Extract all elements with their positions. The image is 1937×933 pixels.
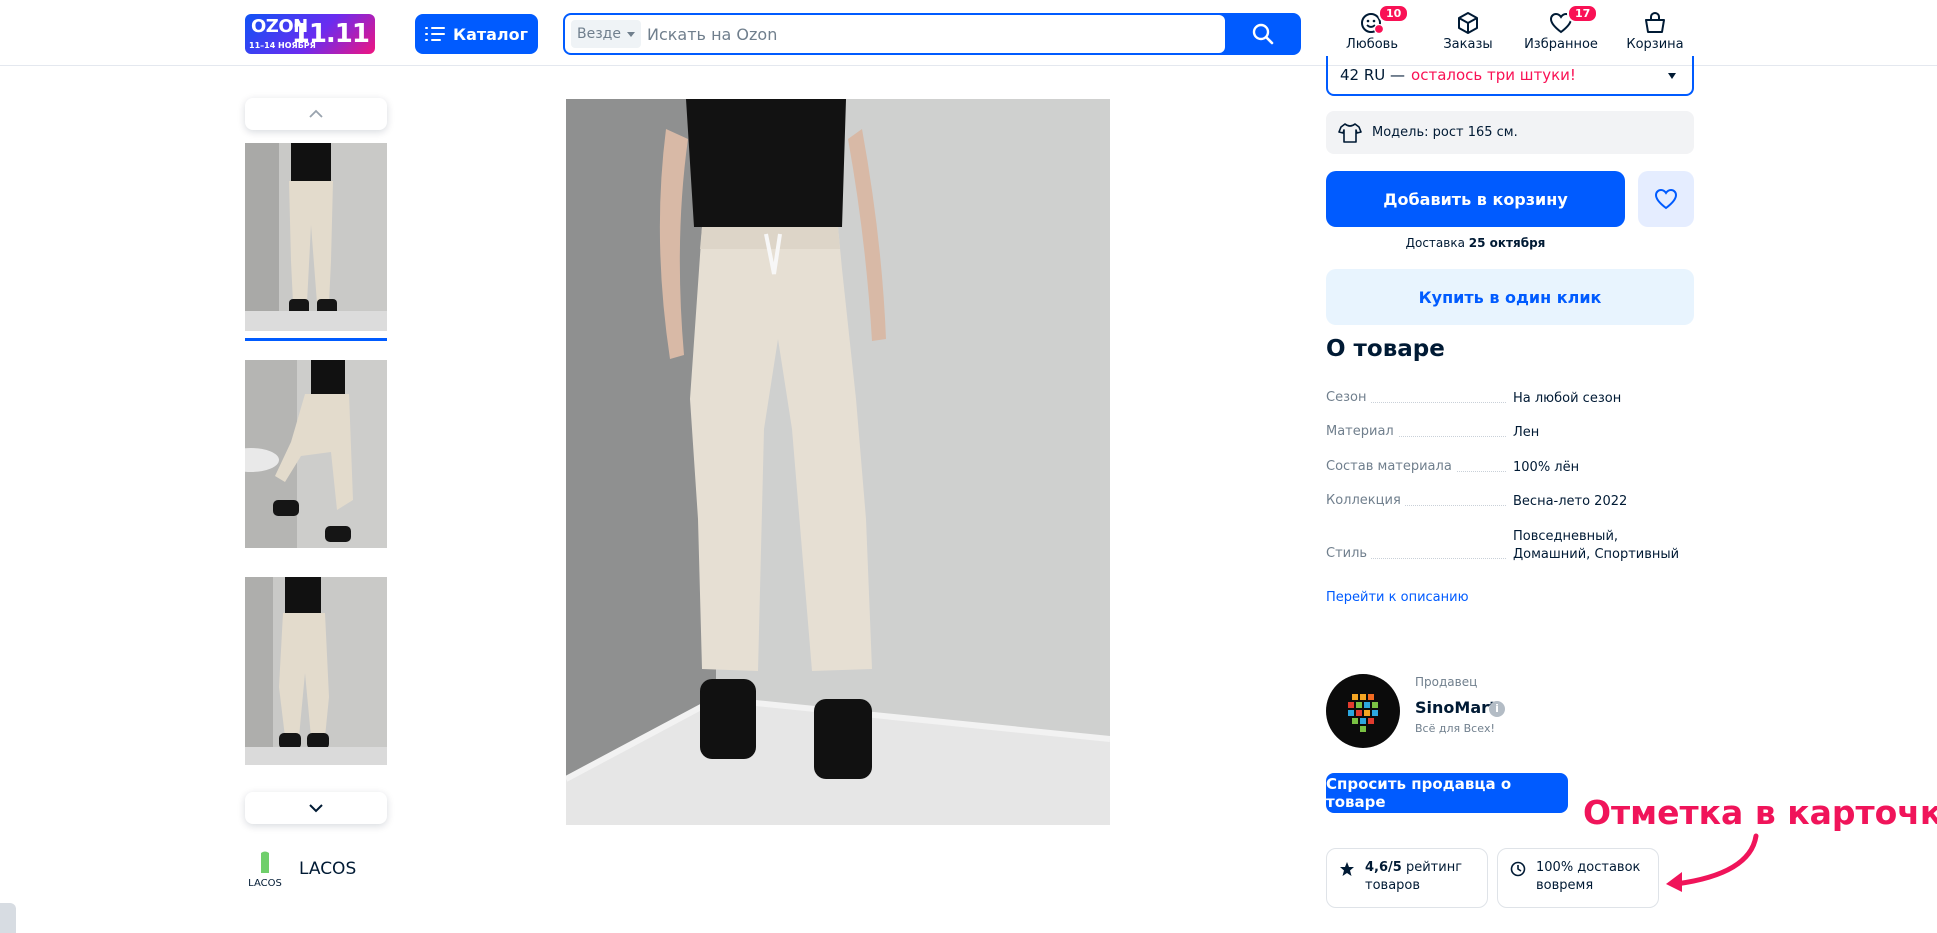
nav-favorites-label: Избранное: [1524, 37, 1598, 52]
rating-value: 4,6/5: [1365, 860, 1402, 875]
seller-logo: [1348, 694, 1378, 732]
nav-favorites[interactable]: 17 Избранное: [1521, 4, 1601, 58]
chevron-down-icon: [309, 804, 323, 813]
annotation-label: Отметка в карточке: [1583, 793, 1937, 832]
spec-value: Весна-лето 2022: [1513, 494, 1628, 509]
brand-name: LACOS: [299, 859, 357, 879]
menu-icon: [424, 27, 445, 41]
ask-seller-label: Спросить продавца о товаре: [1326, 775, 1512, 811]
box-icon: [1458, 12, 1478, 34]
logo-sale-text: 11.11: [291, 19, 370, 49]
stock-warning: осталось три штуки!: [1411, 66, 1576, 84]
chevron-down-icon: [626, 31, 635, 37]
model-info-text: Модель: рост 165 см.: [1372, 125, 1518, 140]
nav-cart-label: Корзина: [1626, 37, 1684, 52]
brand-logo-text: LACOS: [248, 878, 282, 889]
spec-key: Коллекция: [1326, 493, 1506, 508]
delivery-date: 25 октября: [1468, 236, 1546, 250]
thumbnail-active-indicator: [245, 338, 387, 341]
add-to-favorites-button[interactable]: [1638, 171, 1694, 227]
ask-seller-button[interactable]: Спросить продавца о товаре: [1326, 773, 1568, 813]
catalog-label: Каталог: [452, 24, 528, 44]
search-input[interactable]: [645, 21, 1205, 47]
tshirt-icon: [1338, 122, 1362, 143]
nav-cart[interactable]: Корзина: [1615, 10, 1695, 58]
seller-caption: Продавец: [1415, 675, 1478, 689]
annotation-arrow-icon: [1666, 833, 1759, 892]
buy-one-click-label: Купить в один клик: [1418, 287, 1602, 307]
delivery-prefix: Доставка: [1405, 236, 1465, 250]
main-product-photo[interactable]: [566, 99, 1110, 825]
search-inner: Везде: [565, 15, 1225, 53]
goto-description-link[interactable]: Перейти к описанию: [1326, 590, 1469, 605]
nav-love-label: Любовь: [1345, 37, 1398, 52]
clock-icon: [1510, 861, 1526, 877]
seller-slogan: Всё для Всех!: [1415, 722, 1495, 735]
thumbnails-scroll-down[interactable]: [245, 792, 387, 824]
nav-orders[interactable]: Заказы: [1428, 10, 1508, 58]
nav-orders-label: Заказы: [1443, 37, 1493, 52]
on-time-delivery-badge[interactable]: 100% доставок вовремя: [1497, 848, 1659, 908]
spec-value: 100% лён: [1513, 460, 1580, 475]
brand-link[interactable]: LACOS LACOS: [245, 849, 356, 889]
size-select[interactable]: 42 RU — осталось три штуки!: [1326, 56, 1694, 96]
spec-key: Сезон: [1326, 390, 1506, 405]
heart-icon: [1654, 188, 1678, 210]
catalog-button[interactable]: Каталог: [415, 14, 538, 54]
buy-one-click-button[interactable]: Купить в один клик: [1326, 269, 1694, 325]
thumbnail-1[interactable]: [245, 143, 387, 331]
seller-avatar[interactable]: [1326, 674, 1400, 748]
ontime-text: 100% доставок вовремя: [1536, 860, 1641, 893]
spec-value: На любой сезон: [1513, 391, 1622, 406]
chevron-up-icon: [309, 109, 323, 118]
seller-rating-badge[interactable]: 4,6/5 рейтинг товаров: [1326, 848, 1488, 908]
about-title: О товаре: [1326, 336, 1445, 362]
favorites-badge: 17: [1567, 4, 1599, 23]
size-value: 42 RU —: [1340, 66, 1406, 84]
search-scope-label: Везде: [577, 26, 621, 42]
thumbnail-3[interactable]: [245, 577, 387, 765]
chevron-down-icon: [1668, 73, 1676, 79]
love-badge: 10: [1378, 4, 1410, 23]
side-panel-tab[interactable]: [0, 903, 16, 933]
spec-key: Материал: [1326, 424, 1506, 439]
star-icon: [1340, 862, 1354, 876]
nav-love[interactable]: 10 Любовь: [1332, 4, 1412, 58]
thumbnail-2[interactable]: [245, 360, 387, 548]
model-info: Модель: рост 165 см.: [1326, 111, 1694, 154]
search-scope-select[interactable]: Везде: [571, 20, 641, 48]
add-to-cart-button[interactable]: Добавить в корзину: [1326, 171, 1625, 227]
thumbnails-scroll-up[interactable]: [245, 98, 387, 130]
add-to-cart-label: Добавить в корзину: [1383, 189, 1568, 209]
seller-name[interactable]: SinoMart: [1415, 698, 1497, 717]
ozon-logo[interactable]: OZON 11–14 НОЯБРЯ 11.11: [245, 14, 375, 54]
search-icon: [1252, 23, 1274, 45]
brand-logo: LACOS: [245, 849, 285, 889]
spec-key: Состав материала: [1326, 459, 1506, 474]
brand-logo-image: LACOS: [248, 851, 282, 889]
spec-value: Лен: [1513, 425, 1540, 440]
thumbnail-image: [245, 360, 387, 548]
thumbnail-image: [245, 143, 387, 331]
basket-icon: [1645, 11, 1665, 33]
search-button[interactable]: [1225, 13, 1301, 55]
delivery-info: Доставка 25 октября: [1326, 236, 1625, 250]
product-image: [566, 99, 1110, 825]
info-icon[interactable]: i: [1489, 701, 1505, 717]
thumbnail-image: [245, 577, 387, 765]
spec-key: Стиль: [1326, 546, 1506, 561]
search-bar: Везде: [563, 13, 1301, 55]
spec-value: Повседневный, Домашний, Спортивный: [1513, 529, 1680, 562]
